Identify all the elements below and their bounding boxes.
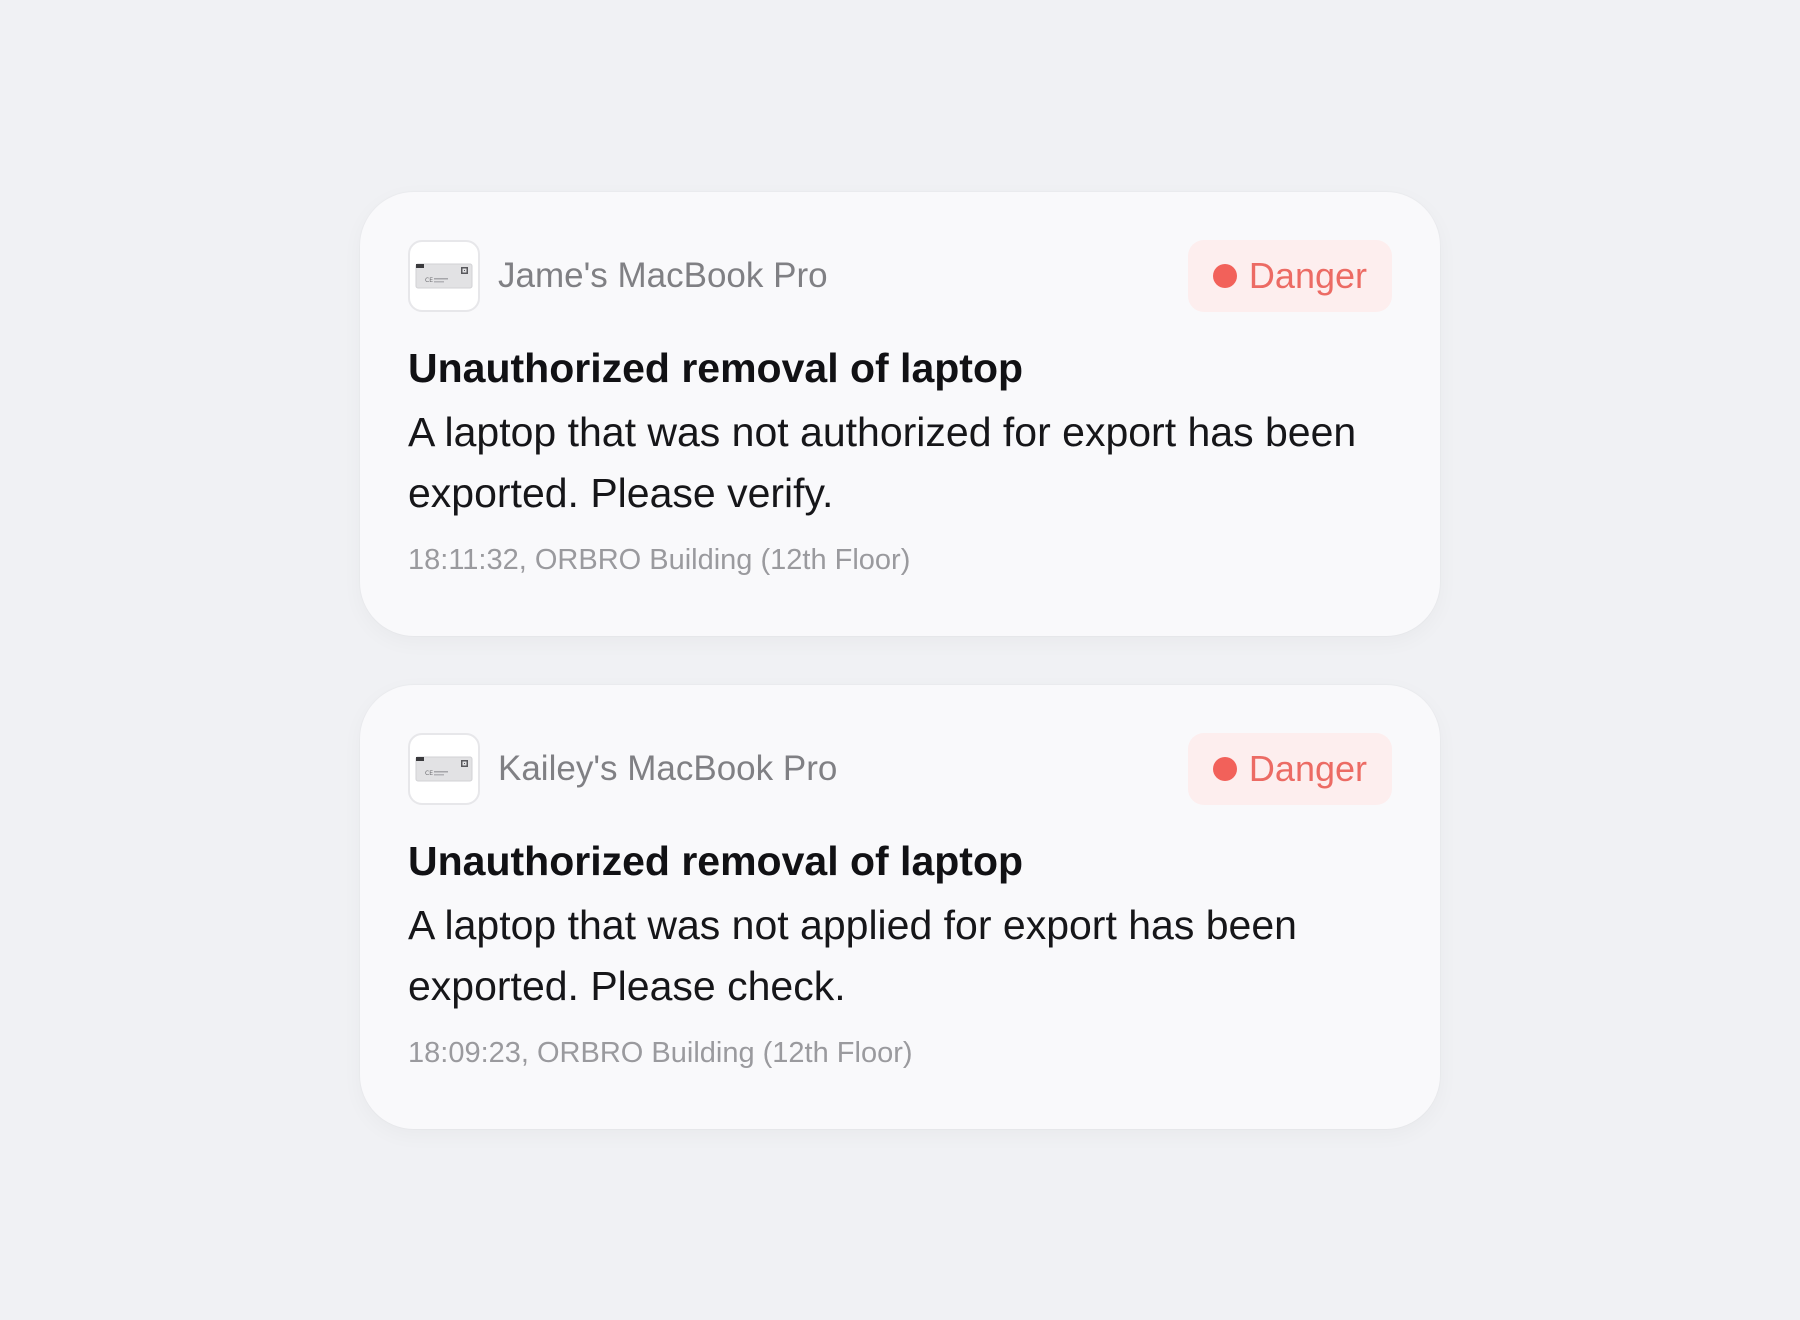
severity-badge: Danger bbox=[1187, 240, 1392, 312]
alert-timestamp-location: 18:11:32, ORBRO Building (12th Floor) bbox=[408, 544, 911, 576]
alert-list: CE Jame's MacBook Pro Danger Unauthorize… bbox=[360, 192, 1440, 1129]
alert-header: CE Kailey's MacBook Pro Danger bbox=[408, 733, 1392, 805]
laptop-thumbnail-icon: CE bbox=[408, 733, 480, 805]
alert-timestamp-location: 18:09:23, ORBRO Building (12th Floor) bbox=[408, 1037, 913, 1069]
alert-header: CE Jame's MacBook Pro Danger bbox=[408, 240, 1392, 312]
alert-message: A laptop that was not applied for export… bbox=[408, 902, 1297, 1009]
severity-label: Danger bbox=[1248, 255, 1367, 296]
device-name: Jame's MacBook Pro bbox=[498, 256, 828, 295]
svg-text:CE: CE bbox=[425, 277, 433, 284]
severity-badge: Danger bbox=[1187, 733, 1392, 805]
alert-card[interactable]: CE Jame's MacBook Pro Danger Unauthorize… bbox=[360, 192, 1440, 636]
svg-text:CE: CE bbox=[425, 770, 433, 777]
alert-title: Unauthorized removal of laptop bbox=[408, 345, 1024, 391]
severity-label: Danger bbox=[1248, 748, 1367, 789]
alert-message: A laptop that was not authorized for exp… bbox=[408, 409, 1357, 516]
device-name: Kailey's MacBook Pro bbox=[498, 749, 838, 788]
danger-dot-icon bbox=[1212, 264, 1237, 288]
danger-dot-icon bbox=[1212, 757, 1237, 781]
alert-title: Unauthorized removal of laptop bbox=[408, 838, 1024, 884]
alert-card[interactable]: CE Kailey's MacBook Pro Danger Unauthori… bbox=[360, 685, 1440, 1129]
laptop-thumbnail-icon: CE bbox=[408, 240, 480, 312]
